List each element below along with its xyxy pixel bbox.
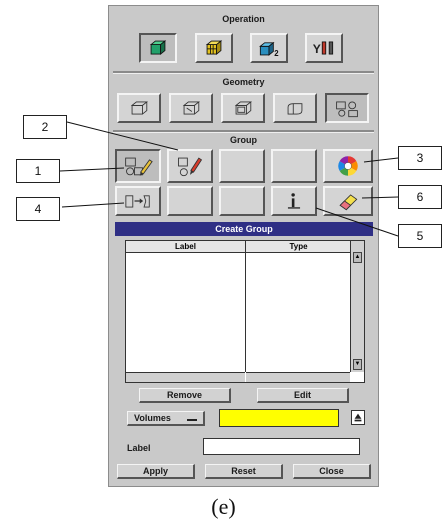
geometry-title: Geometry	[222, 77, 265, 87]
vertex-icon	[130, 101, 149, 115]
color-wheel-icon	[338, 156, 358, 176]
volume-icon	[287, 103, 303, 115]
callout-1: 1	[16, 159, 60, 183]
close-button[interactable]: Close	[293, 464, 371, 479]
group-list-table: Label Type ▲ ▼	[125, 240, 365, 383]
create-group-button[interactable]	[115, 149, 161, 183]
operation-title: Operation	[222, 14, 265, 24]
zones-command-button[interactable]: 2	[250, 33, 288, 63]
face-icon	[234, 101, 253, 115]
move-icon	[125, 195, 150, 208]
geometry-icon	[149, 40, 167, 55]
move-group-button[interactable]	[115, 186, 161, 216]
label-input[interactable]	[203, 438, 360, 455]
entity-type-dropdown[interactable]: Volumes	[127, 411, 205, 426]
group-color-button[interactable]	[323, 149, 373, 183]
group-empty-button-2[interactable]	[271, 149, 317, 183]
mesh-icon	[205, 40, 223, 55]
boundary-zones-icon: 2	[259, 41, 279, 58]
pick-entity-button[interactable]	[351, 410, 365, 425]
scroll-down-arrow[interactable]: ▼	[353, 359, 362, 370]
pick-arrow-icon	[354, 413, 362, 422]
vertical-scrollbar[interactable]: ▲ ▼	[350, 241, 364, 372]
highlight-color-swatch[interactable]	[219, 409, 339, 427]
type-column-header: Type	[245, 241, 351, 253]
modify-group-icon	[178, 157, 203, 177]
group-title: Group	[230, 135, 257, 145]
apply-button[interactable]: Apply	[117, 464, 195, 479]
modify-group-button[interactable]	[167, 149, 213, 183]
tools-icon: Y	[313, 41, 334, 56]
info-icon	[287, 193, 301, 209]
group-icon	[336, 101, 358, 118]
type-horizontal-scrollbar[interactable]	[246, 372, 350, 382]
edit-button[interactable]: Edit	[257, 388, 349, 403]
volume-command-button[interactable]	[273, 93, 317, 123]
group-empty-button-4[interactable]	[219, 186, 265, 216]
geometry-command-button[interactable]	[139, 33, 177, 63]
callout-6: 6	[398, 185, 442, 209]
face-command-button[interactable]	[221, 93, 265, 123]
figure-caption: (e)	[211, 494, 236, 519]
create-group-title-bar: Create Group	[115, 222, 373, 236]
label-field-label: Label	[127, 443, 151, 453]
mesh-command-button[interactable]	[195, 33, 233, 63]
edge-icon	[182, 101, 201, 115]
label-horizontal-scrollbar[interactable]	[126, 372, 245, 382]
scroll-up-arrow[interactable]: ▲	[353, 252, 362, 263]
gambit-toolbar-panel: Operation 2 Y Geometry Group Create Grou…	[108, 5, 379, 487]
vertex-command-button[interactable]	[117, 93, 161, 123]
reset-button[interactable]: Reset	[205, 464, 283, 479]
edge-command-button[interactable]	[169, 93, 213, 123]
callout-4: 4	[16, 197, 60, 221]
group-delete-button[interactable]	[323, 186, 373, 216]
callout-2: 2	[23, 115, 67, 139]
remove-button[interactable]: Remove	[139, 388, 231, 403]
group-command-button[interactable]	[325, 93, 369, 123]
group-info-button[interactable]	[271, 186, 317, 216]
svg-text:2: 2	[274, 49, 279, 58]
entity-type-value: Volumes	[134, 413, 171, 423]
callout-3: 3	[398, 146, 442, 170]
eraser-icon	[339, 194, 358, 211]
create-group-icon	[125, 157, 153, 176]
group-empty-button-3[interactable]	[167, 186, 213, 216]
tools-command-button[interactable]: Y	[305, 33, 343, 63]
svg-text:Y: Y	[313, 42, 321, 56]
callout-5: 5	[398, 224, 442, 248]
dropdown-indicator-icon	[187, 419, 197, 421]
group-empty-button-1[interactable]	[219, 149, 265, 183]
label-column-header: Label	[126, 241, 245, 253]
